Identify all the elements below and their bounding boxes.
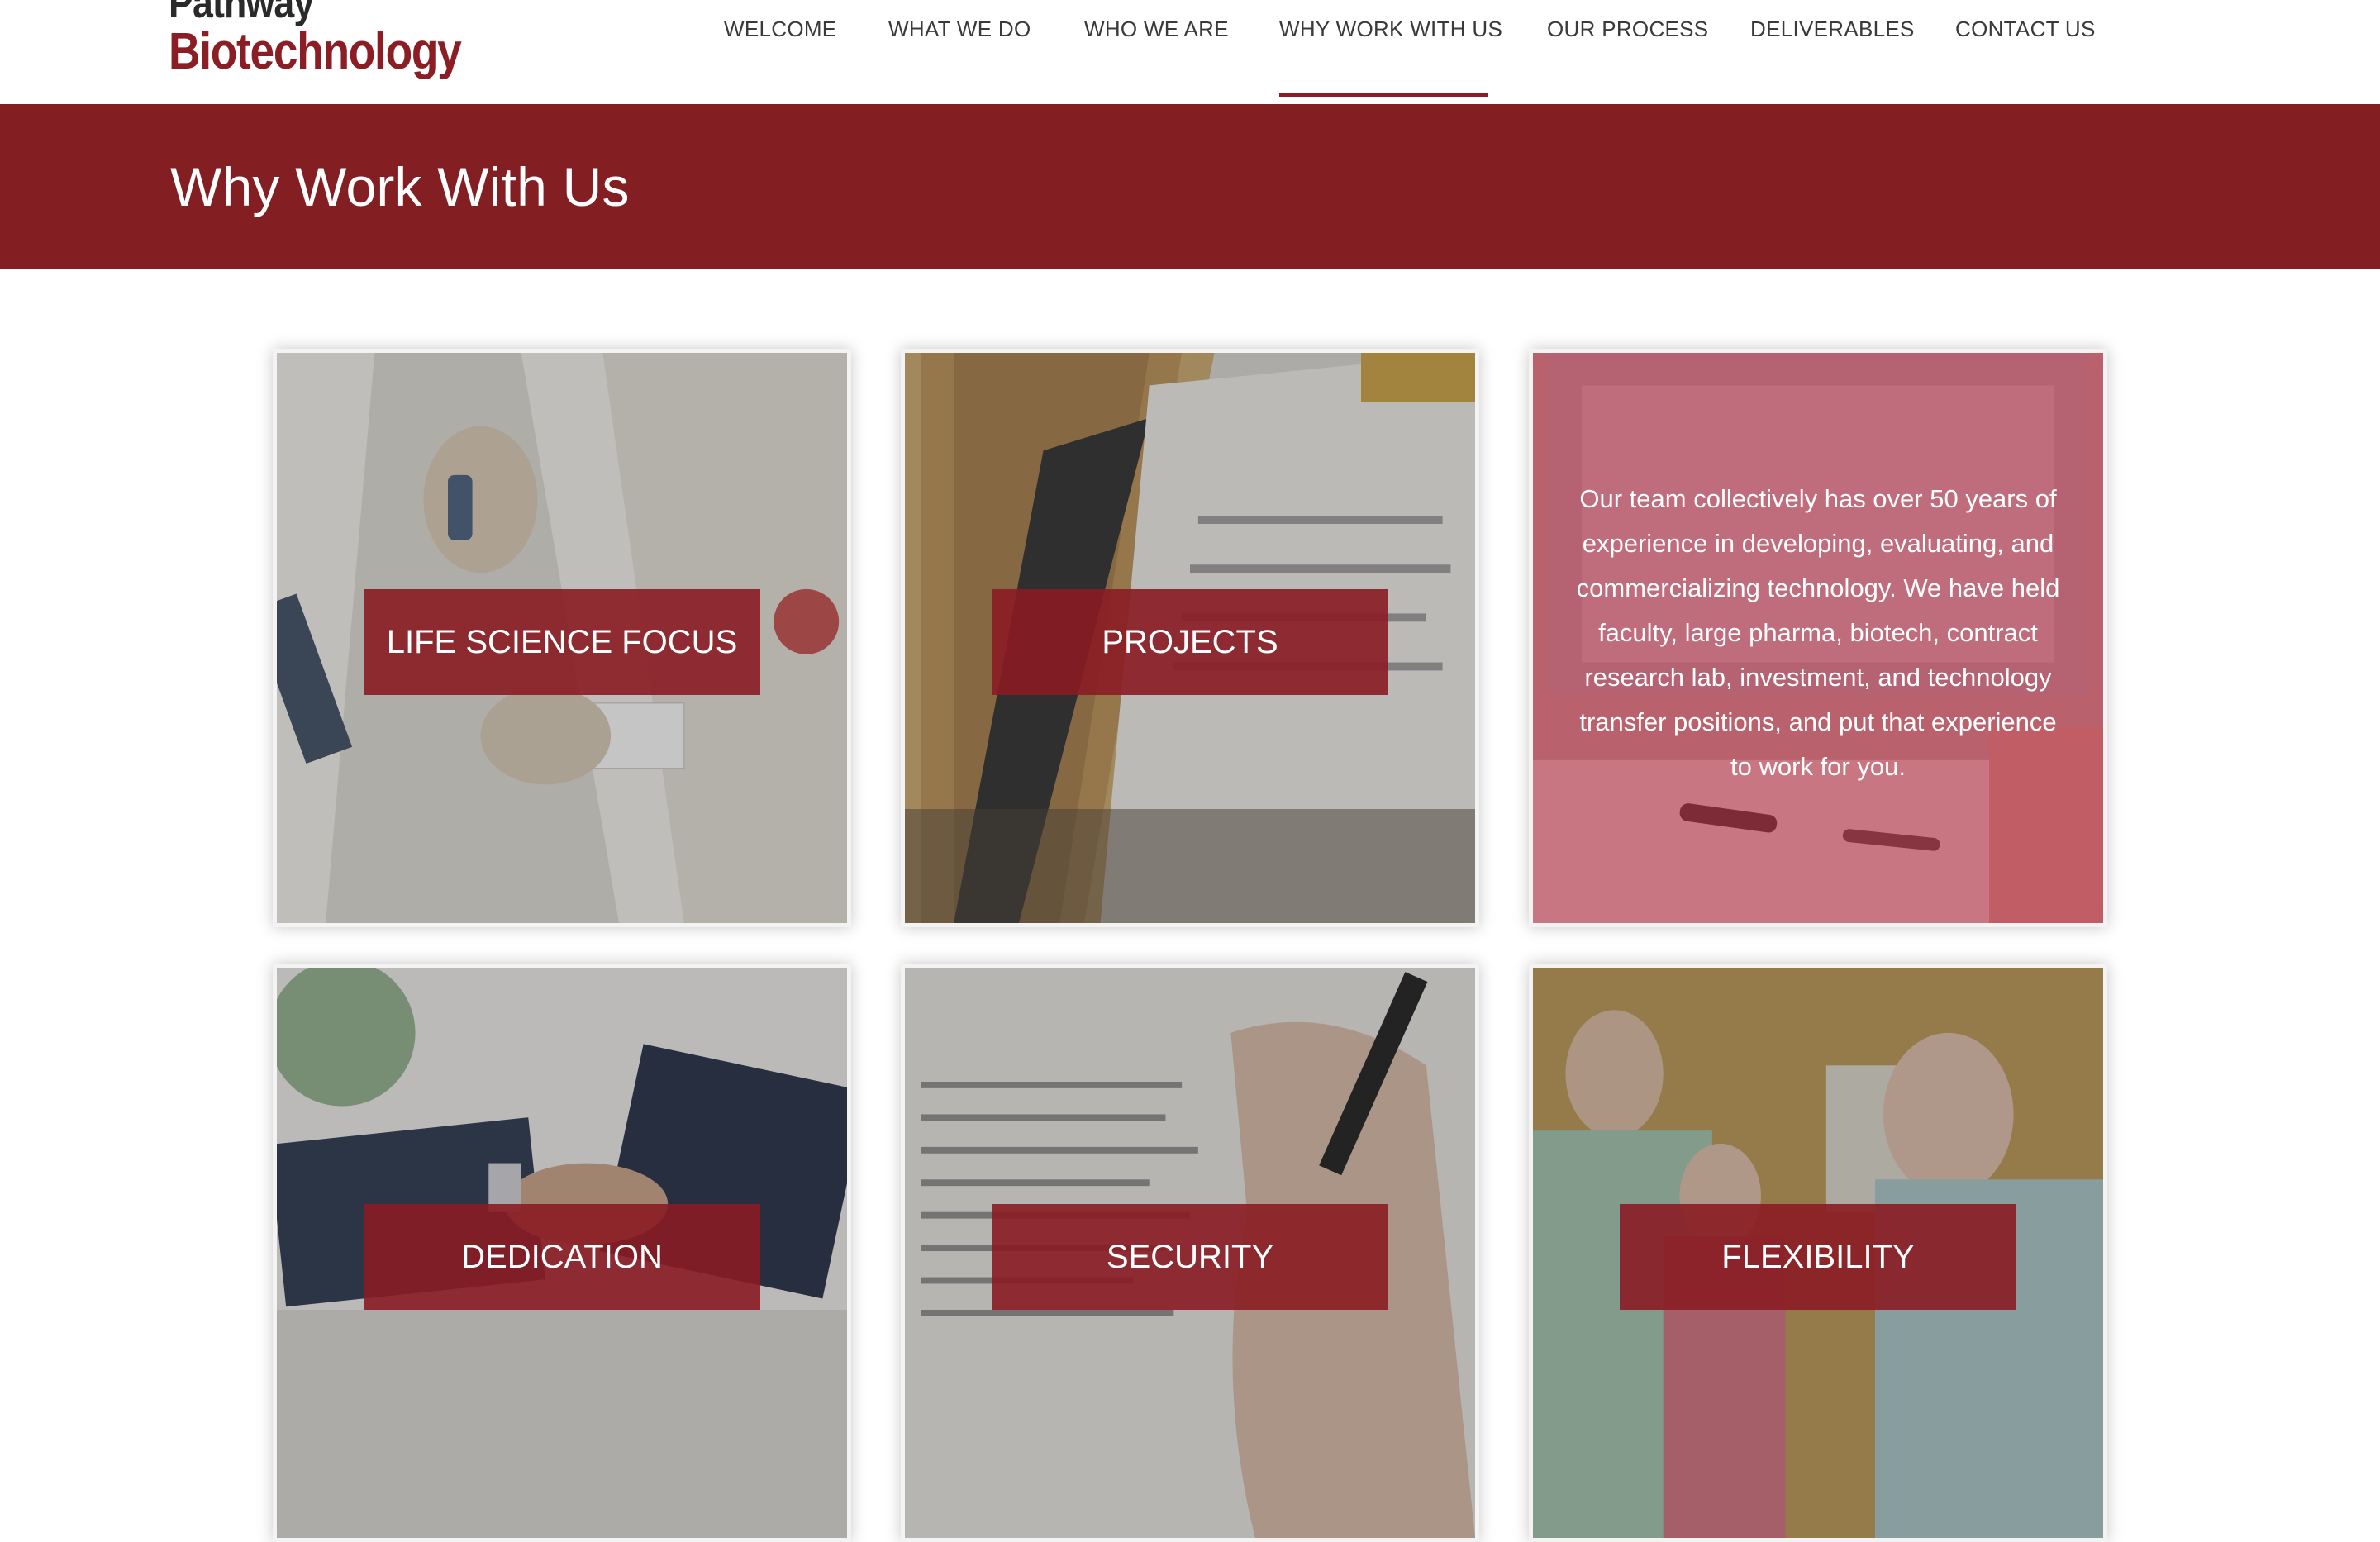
- card-dedication[interactable]: DEDICATION: [273, 964, 851, 1542]
- card-life-science-focus[interactable]: LIFE SCIENCE FOCUS: [273, 349, 851, 927]
- nav-item-what-we-do[interactable]: WHAT WE DO: [888, 17, 1031, 42]
- card-label-flexibility[interactable]: FLEXIBILITY: [1620, 1204, 2016, 1310]
- nav-item-contact-us[interactable]: CONTACT US: [1955, 17, 2096, 42]
- card-flexibility[interactable]: FLEXIBILITY: [1529, 964, 2107, 1542]
- card-experience[interactable]: Our team collectively has over 50 years …: [1529, 349, 2107, 927]
- card-label-life-science-focus[interactable]: LIFE SCIENCE FOCUS: [364, 589, 760, 695]
- nav-item-our-process[interactable]: OUR PROCESS: [1547, 17, 1708, 42]
- nav-active-indicator: [1279, 93, 1488, 97]
- card-projects[interactable]: PROJECTS: [901, 349, 1479, 927]
- page-banner: Why Work With Us: [0, 104, 2380, 269]
- nav-item-welcome[interactable]: WELCOME: [724, 17, 836, 42]
- page-title: Why Work With Us: [170, 156, 630, 217]
- card-label-security[interactable]: SECURITY: [992, 1204, 1388, 1310]
- nav-item-deliverables[interactable]: DELIVERABLES: [1750, 17, 1915, 42]
- nav-item-why-work-with-us[interactable]: WHY WORK WITH US: [1279, 17, 1502, 42]
- main-nav: WELCOME WHAT WE DO WHO WE ARE WHY WORK W…: [0, 0, 2380, 104]
- nav-item-who-we-are[interactable]: WHO WE ARE: [1084, 17, 1229, 42]
- card-security[interactable]: SECURITY: [901, 964, 1479, 1542]
- site-header: Pathway Biotechnology WELCOME WHAT WE DO…: [0, 0, 2380, 104]
- card-label-projects[interactable]: PROJECTS: [992, 589, 1388, 695]
- card-description-text: Our team collectively has over 50 years …: [1576, 484, 2060, 781]
- card-label-dedication[interactable]: DEDICATION: [364, 1204, 760, 1310]
